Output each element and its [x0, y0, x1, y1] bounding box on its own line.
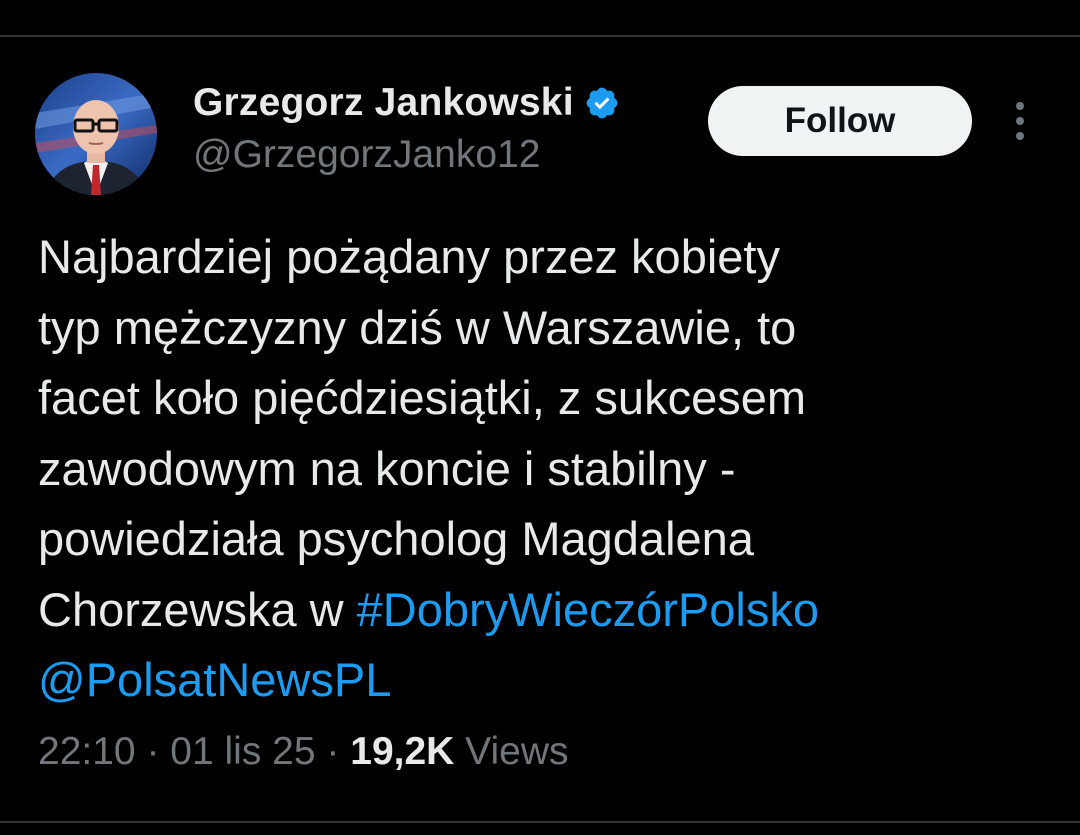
hashtag-link[interactable]: #DobryWieczórPolsko: [357, 583, 819, 636]
follow-button[interactable]: Follow: [708, 86, 972, 156]
tweet-date[interactable]: 01 lis 25: [170, 730, 315, 773]
tweet-text-line: Najbardziej pożądany przez kobiety: [38, 230, 780, 283]
tweet-meta: 22:10 · 01 lis 25 · 19,2K Views: [38, 730, 569, 774]
tweet-text-fragment: Chorzewska w: [38, 582, 357, 636]
tweet-text-line-with-mention: @PolsatNewsPL: [38, 645, 1048, 716]
tweet-text-line: powiedziała psycholog Magdalena: [38, 512, 754, 565]
bottom-divider: [0, 821, 1080, 823]
tweet-text: Najbardziej pożądany przez kobiety typ m…: [38, 222, 1048, 716]
more-vertical-icon[interactable]: [1006, 100, 1034, 142]
profile-photo: [35, 73, 157, 195]
author-name-row: Grzegorz Jankowski: [193, 80, 620, 126]
views-count: 19,2K: [350, 730, 455, 773]
avatar[interactable]: [35, 73, 157, 195]
author-handle[interactable]: @GrzegorzJanko12: [193, 133, 540, 177]
tweet-text-line: zawodowym na koncie i stabilny -: [38, 441, 736, 495]
meta-separator: ·: [326, 730, 340, 773]
views-label: Views: [465, 730, 569, 773]
verified-badge-icon[interactable]: [584, 85, 620, 121]
mention-link[interactable]: @PolsatNewsPL: [38, 653, 391, 706]
top-divider: [0, 35, 1080, 37]
tweet-text-line: typ mężczyzny dziś w Warszawie, to: [38, 300, 797, 354]
tweet-time[interactable]: 22:10: [38, 730, 136, 773]
author-display-name[interactable]: Grzegorz Jankowski: [193, 81, 574, 125]
meta-separator: ·: [146, 730, 160, 773]
tweet-text-line: facet koło pięćdziesiątki, z sukcesem: [38, 371, 806, 424]
tweet-text-line-with-hashtag: Chorzewska w #DobryWieczórPolsko: [38, 575, 1048, 646]
